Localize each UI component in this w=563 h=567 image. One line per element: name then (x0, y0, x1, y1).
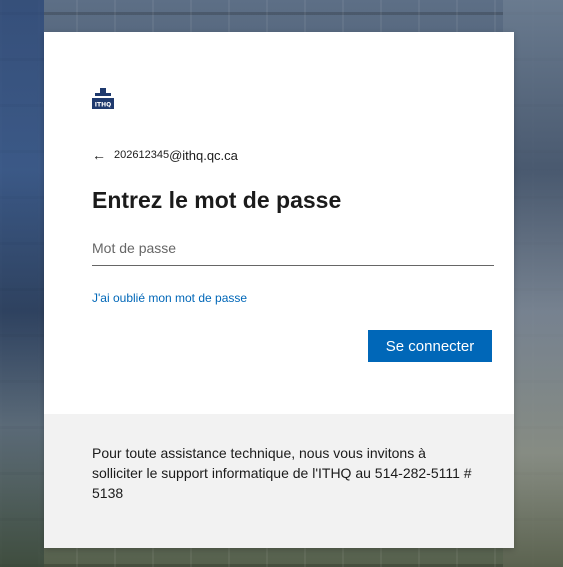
ithq-logo-icon: ITHQ (92, 88, 114, 110)
background-left-building (0, 0, 44, 567)
identity-row: ← 202612345 @ithq.qc.ca (92, 147, 238, 163)
support-text: Pour toute assistance technique, nous vo… (92, 445, 472, 501)
support-footer: Pour toute assistance technique, nous vo… (44, 414, 514, 548)
password-input[interactable] (92, 231, 494, 266)
login-card-main: ITHQ ← 202612345 @ithq.qc.ca Entrez le mo… (44, 32, 514, 414)
identity-domain: @ithq.qc.ca (169, 147, 238, 163)
signin-button[interactable]: Se connecter (368, 330, 492, 362)
forgot-password-link[interactable]: J'ai oublié mon mot de passe (92, 291, 247, 305)
back-arrow-icon[interactable]: ← (92, 147, 106, 163)
logo-text: ITHQ (95, 102, 111, 109)
identity-number: 202612345 (114, 149, 170, 161)
login-card: ITHQ ← 202612345 @ithq.qc.ca Entrez le mo… (44, 32, 514, 548)
page-title: Entrez le mot de passe (92, 187, 342, 213)
